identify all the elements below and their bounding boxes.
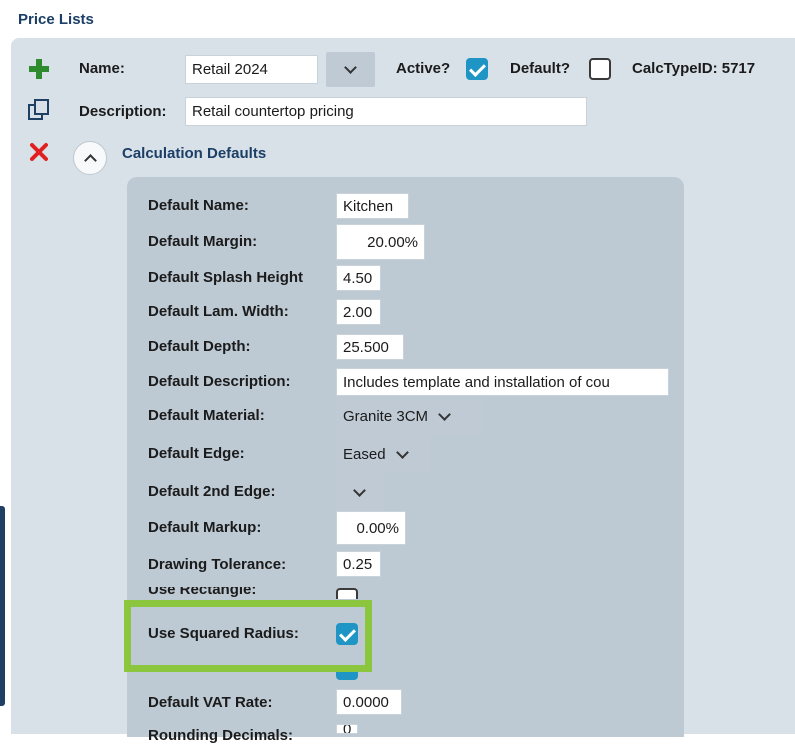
default-markup-input[interactable]: 0.00% [336,511,406,545]
section-title[interactable]: Calculation Defaults [122,145,266,162]
default-markup-label: Default Markup: [148,519,262,536]
default-description-input[interactable]: Includes template and installation of co… [336,368,669,396]
hidden-row-checkbox[interactable] [336,672,358,680]
default-2nd-edge-label: Default 2nd Edge: [148,483,276,500]
default-lam-input[interactable]: 2.00 [336,299,381,325]
use-rectangle-label: Use Rectangle: [148,587,257,598]
rounding-decimals-label: Rounding Decimals: [148,727,294,744]
drawing-tolerance-label: Drawing Tolerance: [148,556,287,573]
use-rectangle-checkbox[interactable] [336,588,358,599]
default-checkbox[interactable] [589,58,611,80]
active-checkbox[interactable] [466,58,488,80]
chevron-down-icon [395,445,409,459]
default-margin-input[interactable]: 20.00% [336,224,425,260]
chevron-down-icon [438,407,451,421]
active-label: Active? [396,60,451,77]
plus-icon[interactable] [28,58,50,80]
default-edge-label: Default Edge: [148,445,245,462]
default-edge-select[interactable]: Eased [335,436,430,473]
default-label: Default? [510,60,570,77]
rounding-decimals-input[interactable]: 0 [336,724,358,734]
default-vat-input[interactable]: 0.0000 [336,689,402,715]
default-name-input[interactable]: Kitchen [336,193,409,219]
default-depth-input[interactable]: 25.500 [336,334,404,360]
default-margin-label: Default Margin: [148,233,258,250]
description-label: Description: [79,103,167,120]
default-description-label: Default Description: [148,373,291,390]
description-input[interactable]: Retail countertop pricing [185,97,587,126]
chevron-down-icon [344,60,357,74]
drawing-tolerance-input[interactable]: 0.25 [336,551,381,577]
copy-icon[interactable] [27,98,51,122]
name-label: Name: [79,60,125,77]
default-material-value: Granite 3CM [343,408,429,425]
default-material-select[interactable]: Granite 3CM [335,398,484,435]
close-icon[interactable] [29,142,49,162]
default-2nd-edge-select[interactable] [335,474,384,511]
page-title: Price Lists [18,11,94,28]
default-vat-label: Default VAT Rate: [148,694,273,711]
default-edge-value: Eased [343,446,386,463]
default-material-label: Default Material: [148,407,265,424]
default-name-label: Default Name: [148,197,249,214]
chevron-up-icon[interactable] [73,141,107,175]
default-splash-input[interactable]: 4.50 [336,265,381,291]
name-dropdown[interactable] [326,52,375,87]
default-depth-label: Default Depth: [148,338,251,355]
chevron-down-icon [353,483,366,497]
default-splash-label: Default Splash Height [148,269,304,286]
highlight-box [124,600,372,672]
calc-type-id: CalcTypeID: 5717 [632,60,756,77]
side-edge-bar [0,506,5,706]
default-lam-label: Default Lam. Width: [148,303,289,320]
name-input[interactable]: Retail 2024 [185,55,318,84]
use-rectangle-label-clip: Use Rectangle: [148,587,268,599]
